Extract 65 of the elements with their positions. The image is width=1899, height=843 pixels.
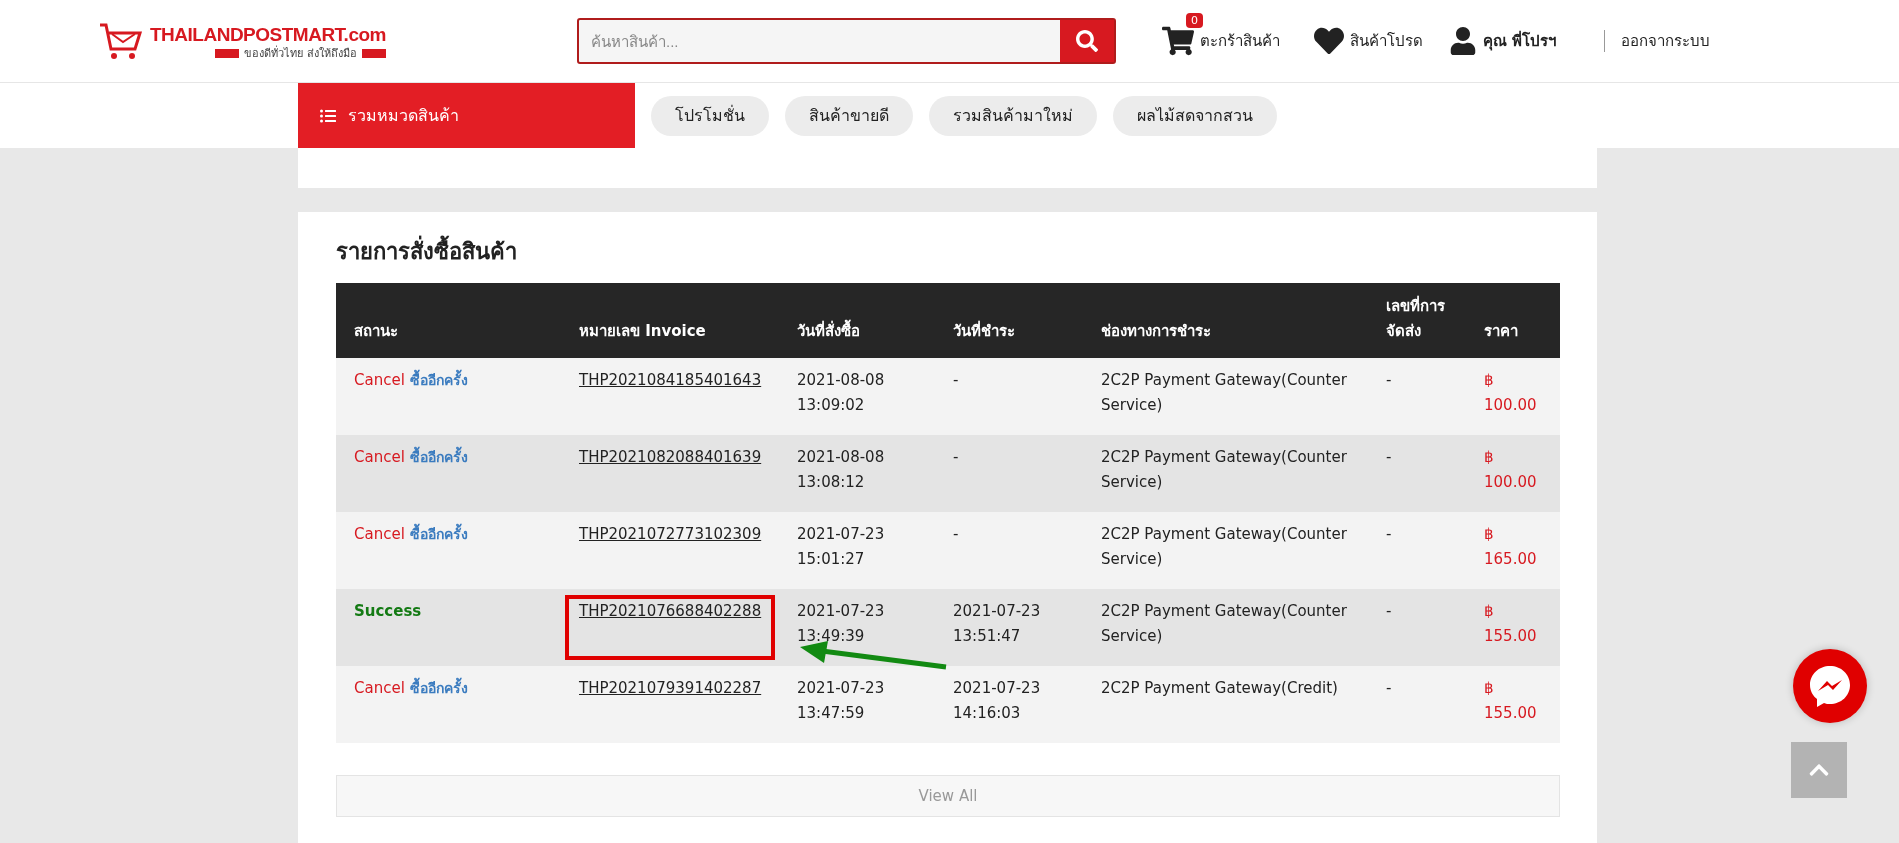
order-date: 2021-08-08 13:09:02: [797, 371, 885, 414]
payment-channel: 2C2P Payment Gateway(Credit): [1101, 679, 1338, 697]
invoice-link[interactable]: THP2021082088401639: [579, 448, 762, 466]
user-link[interactable]: คุณ พี่โปรฯ: [1449, 27, 1557, 55]
order-price: ฿ 165.00: [1484, 525, 1537, 568]
invoice-link[interactable]: THP2021079391402287: [579, 679, 762, 697]
heart-icon: [1314, 26, 1344, 56]
invoice-link[interactable]: THP2021084185401643: [579, 371, 762, 389]
column-header: ราคา: [1466, 283, 1560, 358]
messenger-icon: [1807, 663, 1853, 709]
order-status: Cancel: [354, 448, 405, 466]
order-price: ฿ 155.00: [1484, 679, 1537, 722]
tracking-number: -: [1386, 602, 1392, 620]
search-button[interactable]: [1060, 20, 1114, 62]
order-status: Cancel: [354, 679, 405, 697]
column-header: วันที่ชำระ: [935, 283, 1083, 358]
cart-count: 0: [1186, 13, 1203, 28]
payment-channel: 2C2P Payment Gateway(Counter Service): [1101, 602, 1347, 645]
cart-link[interactable]: ตะกร้าสินค้า: [1162, 25, 1280, 57]
search-field[interactable]: ค้นหาสินค้า...: [579, 20, 1060, 62]
order-status: Success: [354, 602, 422, 620]
chat-button[interactable]: [1793, 649, 1867, 723]
order-price: ฿ 100.00: [1484, 371, 1537, 414]
nav-pill[interactable]: ผลไม้สดจากสวน: [1113, 95, 1277, 136]
paid-date: 2021-07-23 13:51:47: [953, 602, 1041, 645]
favorites-link[interactable]: สินค้าโปรด: [1314, 26, 1423, 56]
column-header: ช่องทางการชำระ: [1083, 283, 1368, 358]
payment-channel: 2C2P Payment Gateway(Counter Service): [1101, 448, 1347, 491]
tracking-number: -: [1386, 371, 1392, 389]
order-date: 2021-08-08 13:08:12: [797, 448, 885, 491]
order-price: ฿ 100.00: [1484, 448, 1537, 491]
column-header: สถานะ: [336, 283, 561, 358]
order-date: 2021-07-23 13:49:39: [797, 602, 885, 645]
payment-channel: 2C2P Payment Gateway(Counter Service): [1101, 371, 1347, 414]
paid-date: 2021-07-23 14:16:03: [953, 679, 1041, 722]
paid-date: -: [953, 525, 959, 543]
order-status: Cancel: [354, 371, 405, 389]
column-header: วันที่สั่งซื้อ: [779, 283, 935, 358]
nav-pill[interactable]: สินค้าขายดี: [785, 95, 913, 136]
search-icon: [1076, 30, 1098, 52]
user-icon: [1449, 27, 1477, 55]
column-header: เลขที่การจัดส่ง: [1368, 283, 1466, 358]
nav-pill[interactable]: รวมสินค้ามาใหม่: [929, 95, 1097, 136]
cart-logo-icon: [98, 21, 144, 61]
paid-date: -: [953, 448, 959, 466]
categories-button[interactable]: รวมหมวดสินค้า: [298, 83, 635, 148]
search-bar[interactable]: ค้นหาสินค้า...: [577, 18, 1116, 64]
payment-channel: 2C2P Payment Gateway(Counter Service): [1101, 525, 1347, 568]
tracking-number: -: [1386, 448, 1392, 466]
invoice-link[interactable]: THP2021072773102309: [579, 525, 762, 543]
order-date: 2021-07-23 13:47:59: [797, 679, 885, 722]
list-icon: [320, 107, 336, 124]
cart-icon: [1162, 25, 1194, 57]
order-date: 2021-07-23 15:01:27: [797, 525, 885, 568]
orders-title: รายการสั่งซื้อสินค้า: [336, 234, 1559, 269]
paid-date: -: [953, 371, 959, 389]
logout-link[interactable]: ออกจากระบบ: [1604, 30, 1711, 52]
nav-pill[interactable]: โปรโมชั่น: [651, 95, 769, 136]
column-header: หมายเลข Invoice: [561, 283, 779, 358]
order-status: Cancel: [354, 525, 405, 543]
tracking-number: -: [1386, 525, 1392, 543]
logo-title: THAILANDPOSTMART.com: [150, 24, 386, 45]
order-price: ฿ 155.00: [1484, 602, 1537, 645]
invoice-link[interactable]: THP2021076688402288: [579, 602, 762, 620]
tracking-number: -: [1386, 679, 1392, 697]
